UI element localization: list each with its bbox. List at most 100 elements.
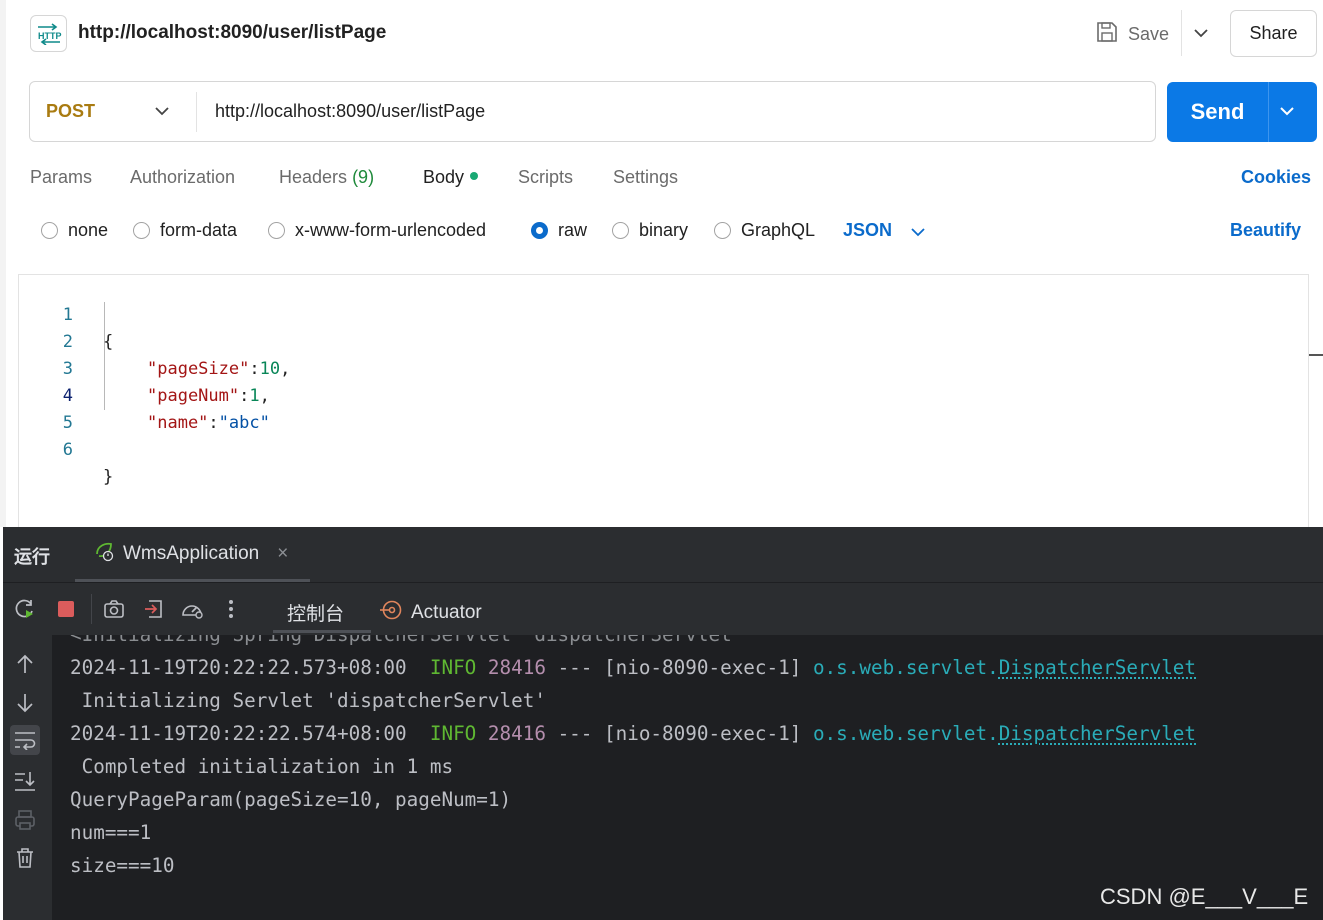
log-level: INFO bbox=[429, 656, 477, 679]
code-line: 5 bbox=[19, 383, 80, 433]
radio-binary[interactable]: binary bbox=[612, 220, 688, 241]
rerun-icon[interactable] bbox=[13, 597, 37, 621]
console-line: Initializing Servlet 'dispatcherServlet' bbox=[70, 689, 546, 712]
code-text: "pageNum":1, bbox=[147, 383, 270, 410]
arrow-up-icon[interactable] bbox=[12, 651, 38, 677]
divider bbox=[91, 594, 92, 624]
log-logger-prefix: o.s.web.servlet. bbox=[812, 722, 999, 745]
log-pid: 28416 bbox=[487, 656, 546, 679]
floppy-disk-icon bbox=[1096, 21, 1118, 48]
beautify-button[interactable]: Beautify bbox=[1230, 220, 1301, 241]
radio-urlencoded[interactable]: x-www-form-urlencoded bbox=[268, 220, 486, 241]
json-key: "pageNum" bbox=[147, 386, 240, 406]
tab-scripts[interactable]: Scripts bbox=[518, 167, 573, 188]
divider bbox=[3, 582, 1323, 583]
arrow-down-icon[interactable] bbox=[12, 690, 38, 716]
code-text: "name":"abc" bbox=[147, 410, 270, 437]
save-button[interactable]: Save bbox=[1096, 18, 1169, 50]
share-button[interactable]: Share bbox=[1230, 10, 1317, 57]
radio-none[interactable]: none bbox=[41, 220, 108, 241]
console-line: num===1 bbox=[70, 821, 152, 844]
trash-icon[interactable] bbox=[12, 845, 38, 871]
radio-label: x-www-form-urlencoded bbox=[295, 220, 487, 240]
json-colon: : bbox=[239, 386, 250, 406]
code-text: { bbox=[103, 332, 114, 352]
json-value: "abc" bbox=[218, 413, 270, 433]
stop-icon[interactable] bbox=[54, 597, 78, 621]
console-output[interactable]: <Initializing Spring DispatcherServlet '… bbox=[52, 635, 1323, 920]
radio-label: none bbox=[68, 220, 109, 240]
radio-circle bbox=[41, 222, 58, 239]
tab-settings[interactable]: Settings bbox=[613, 167, 678, 188]
log-separator: --- bbox=[557, 656, 593, 679]
json-value: 10 bbox=[259, 359, 281, 379]
console-line: size===10 bbox=[70, 854, 175, 877]
log-thread: [nio-8090-exec-1] bbox=[604, 722, 802, 745]
radio-label: raw bbox=[558, 220, 588, 240]
scroll-to-end-icon[interactable] bbox=[12, 768, 38, 794]
radio-form-data[interactable]: form-data bbox=[133, 220, 237, 241]
exit-icon[interactable] bbox=[142, 597, 166, 621]
json-value: 1 bbox=[249, 386, 260, 406]
radio-graphql[interactable]: GraphQL bbox=[714, 220, 815, 241]
watermark: CSDN @E___V___E bbox=[1100, 884, 1309, 909]
run-config-label: WmsApplication bbox=[123, 543, 260, 564]
json-key: "name" bbox=[147, 413, 209, 433]
body-editor[interactable]: 1 { 2 "pageSize":10, 3 "pageNum":1, 4 "n… bbox=[18, 274, 1309, 527]
radio-raw[interactable]: raw bbox=[531, 220, 587, 241]
camera-icon[interactable] bbox=[102, 597, 126, 621]
json-key: "pageSize" bbox=[147, 359, 250, 379]
log-logger-prefix: o.s.web.servlet. bbox=[812, 656, 999, 679]
radio-circle bbox=[612, 222, 629, 239]
tab-console[interactable]: 控制台 bbox=[287, 599, 344, 626]
divider bbox=[1268, 82, 1269, 142]
log-timestamp: 2024-11-19T20:22:22.574+08:00 bbox=[70, 722, 407, 745]
run-config-tab[interactable]: WmsApplication × bbox=[93, 539, 288, 569]
radio-circle bbox=[714, 222, 731, 239]
format-select[interactable]: JSON bbox=[843, 220, 892, 241]
cookies-link[interactable]: Cookies bbox=[1241, 167, 1311, 188]
json-colon: : bbox=[249, 359, 260, 379]
send-options-chevron-icon[interactable] bbox=[1279, 100, 1295, 127]
more-vertical-icon[interactable] bbox=[219, 597, 243, 621]
code-text: } bbox=[103, 467, 114, 487]
code-line: 2 "pageSize":10, bbox=[19, 302, 291, 379]
console-line: 2024-11-19T20:22:22.573+08:00 INFO 28416… bbox=[70, 651, 1196, 684]
save-options-chevron-icon[interactable] bbox=[1188, 20, 1214, 46]
divider bbox=[196, 92, 197, 132]
chevron-down-icon[interactable] bbox=[154, 101, 170, 126]
method-select[interactable]: POST bbox=[30, 82, 196, 141]
line-number: 6 bbox=[62, 440, 73, 460]
send-button[interactable]: Send bbox=[1167, 82, 1317, 142]
chevron-down-icon[interactable] bbox=[910, 224, 926, 245]
tab-authorization[interactable]: Authorization bbox=[130, 167, 235, 188]
code-line: 4 "name":"abc" bbox=[19, 356, 270, 433]
tab-headers-label: Headers bbox=[279, 167, 348, 187]
print-icon[interactable] bbox=[12, 807, 38, 833]
method-label: POST bbox=[46, 101, 96, 121]
postman-request-pane: HTTP http://localhost:8090/user/listPage… bbox=[0, 0, 1323, 527]
log-logger-class-link[interactable]: DispatcherServlet bbox=[999, 722, 1196, 745]
soft-wrap-icon[interactable] bbox=[10, 725, 40, 755]
tab-actuator-label: Actuator bbox=[411, 602, 482, 623]
tab-body[interactable]: Body bbox=[423, 167, 479, 188]
close-icon[interactable]: × bbox=[277, 543, 288, 565]
send-label: Send bbox=[1190, 99, 1245, 124]
left-edge bbox=[0, 0, 6, 527]
radio-circle bbox=[133, 222, 150, 239]
radio-circle bbox=[268, 222, 285, 239]
request-title[interactable]: http://localhost:8090/user/listPage bbox=[78, 22, 386, 44]
tab-headers[interactable]: Headers (9) bbox=[279, 167, 374, 188]
log-pid: 28416 bbox=[487, 722, 546, 745]
gauge-icon[interactable] bbox=[180, 597, 204, 621]
log-level: INFO bbox=[429, 722, 477, 745]
tab-params[interactable]: Params bbox=[30, 167, 92, 188]
url-input[interactable]: http://localhost:8090/user/listPage bbox=[215, 82, 485, 141]
console-line: Completed initialization in 1 ms bbox=[70, 755, 454, 778]
log-logger-class-link[interactable]: DispatcherServlet bbox=[999, 656, 1196, 679]
tab-actuator[interactable]: Actuator bbox=[379, 599, 482, 627]
console-line: 2024-11-19T20:22:22.574+08:00 INFO 28416… bbox=[70, 717, 1196, 750]
radio-label: binary bbox=[639, 220, 689, 240]
tab-underline bbox=[273, 630, 371, 633]
console-line: QueryPageParam(pageSize=10, pageNum=1) bbox=[70, 788, 512, 811]
